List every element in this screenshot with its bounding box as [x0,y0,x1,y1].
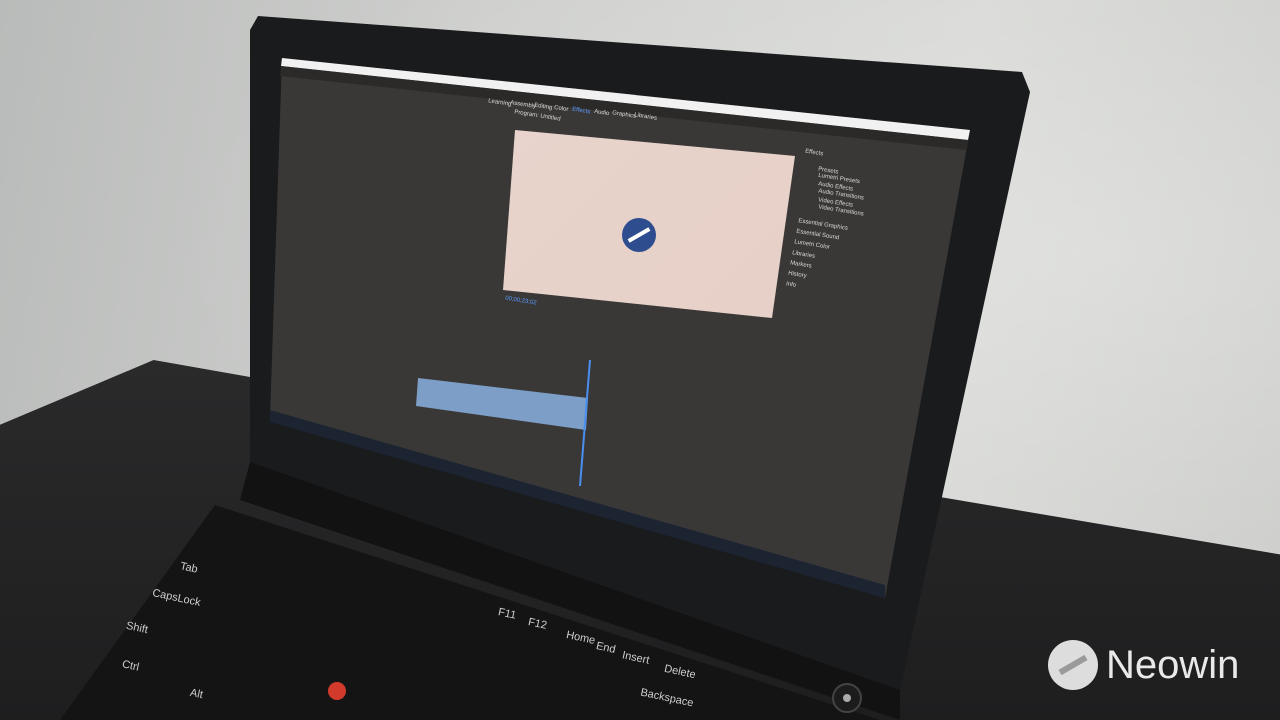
preview-logo-icon [622,218,656,252]
key-alt: Alt [188,686,204,702]
laptop: Program: Untitled 00;00;23;02 Effects Pr… [0,0,1280,720]
trackpoint [328,682,346,700]
neowin-watermark: Neowin [1048,640,1239,690]
neowin-logo-icon [1048,640,1098,690]
neowin-watermark-text: Neowin [1106,642,1240,687]
power-button [832,683,862,713]
